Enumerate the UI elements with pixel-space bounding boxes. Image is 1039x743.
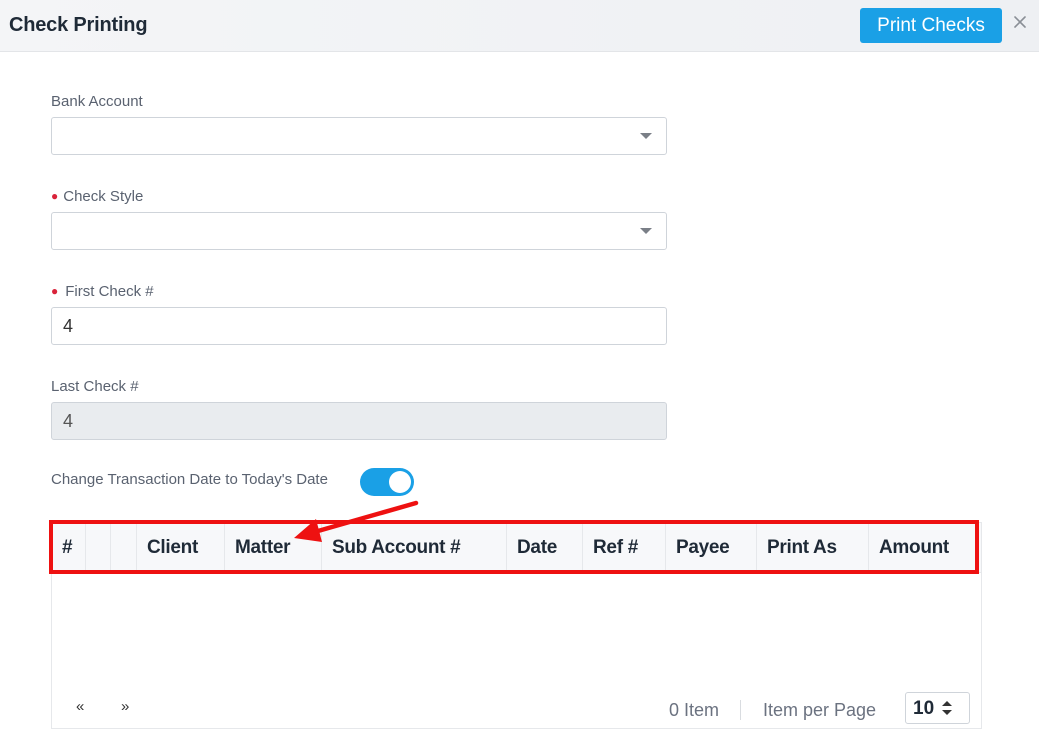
sort-updown-icon [942,701,952,715]
column-header-matter[interactable]: Matter [225,523,322,573]
column-header-print-as[interactable]: Print As [757,523,869,573]
per-page-label: Item per Page [763,700,877,720]
chevron-down-icon [640,228,652,234]
dialog-title: Check Printing [9,14,148,36]
pager-prev-button[interactable]: « [76,698,84,715]
per-page-value: 10 [913,698,935,719]
last-check-input [51,402,667,440]
bank-account-select[interactable] [51,117,667,155]
column-header-amount[interactable]: Amount [869,523,981,573]
table-header: # Client Matter Sub Account # Date Ref #… [52,523,981,573]
change-date-label: Change Transaction Date to Today's Date [51,471,328,488]
first-check-input[interactable] [51,307,667,345]
pager-divider [740,700,741,720]
column-header-blank-2 [111,523,137,573]
first-check-label: ● First Check # [51,283,154,300]
chevron-down-icon [640,133,652,139]
column-header-date[interactable]: Date [507,523,583,573]
toggle-knob [389,471,411,493]
column-header-sub-account[interactable]: Sub Account # [322,523,507,573]
column-header-number[interactable]: # [52,523,86,573]
required-dot-icon: ● [51,189,59,203]
close-icon[interactable] [1012,14,1028,30]
dialog-header: Check Printing Print Checks [0,0,1039,52]
column-header-ref[interactable]: Ref # [583,523,666,573]
last-check-label: Last Check # [51,378,139,395]
check-style-label: ● Check Style [51,188,144,205]
item-count: 0 Item [669,700,720,720]
bank-account-label: Bank Account [51,93,143,110]
column-header-client[interactable]: Client [137,523,225,573]
checks-table: # Client Matter Sub Account # Date Ref #… [51,522,982,729]
print-checks-button[interactable]: Print Checks [860,8,1002,43]
per-page-select[interactable]: 10 [905,692,970,724]
pager-next-button[interactable]: » [121,698,129,715]
check-style-select[interactable] [51,212,667,250]
required-dot-icon: ● [51,284,59,298]
column-header-blank-1 [86,523,111,573]
column-header-payee[interactable]: Payee [666,523,757,573]
change-date-toggle[interactable] [360,468,414,496]
